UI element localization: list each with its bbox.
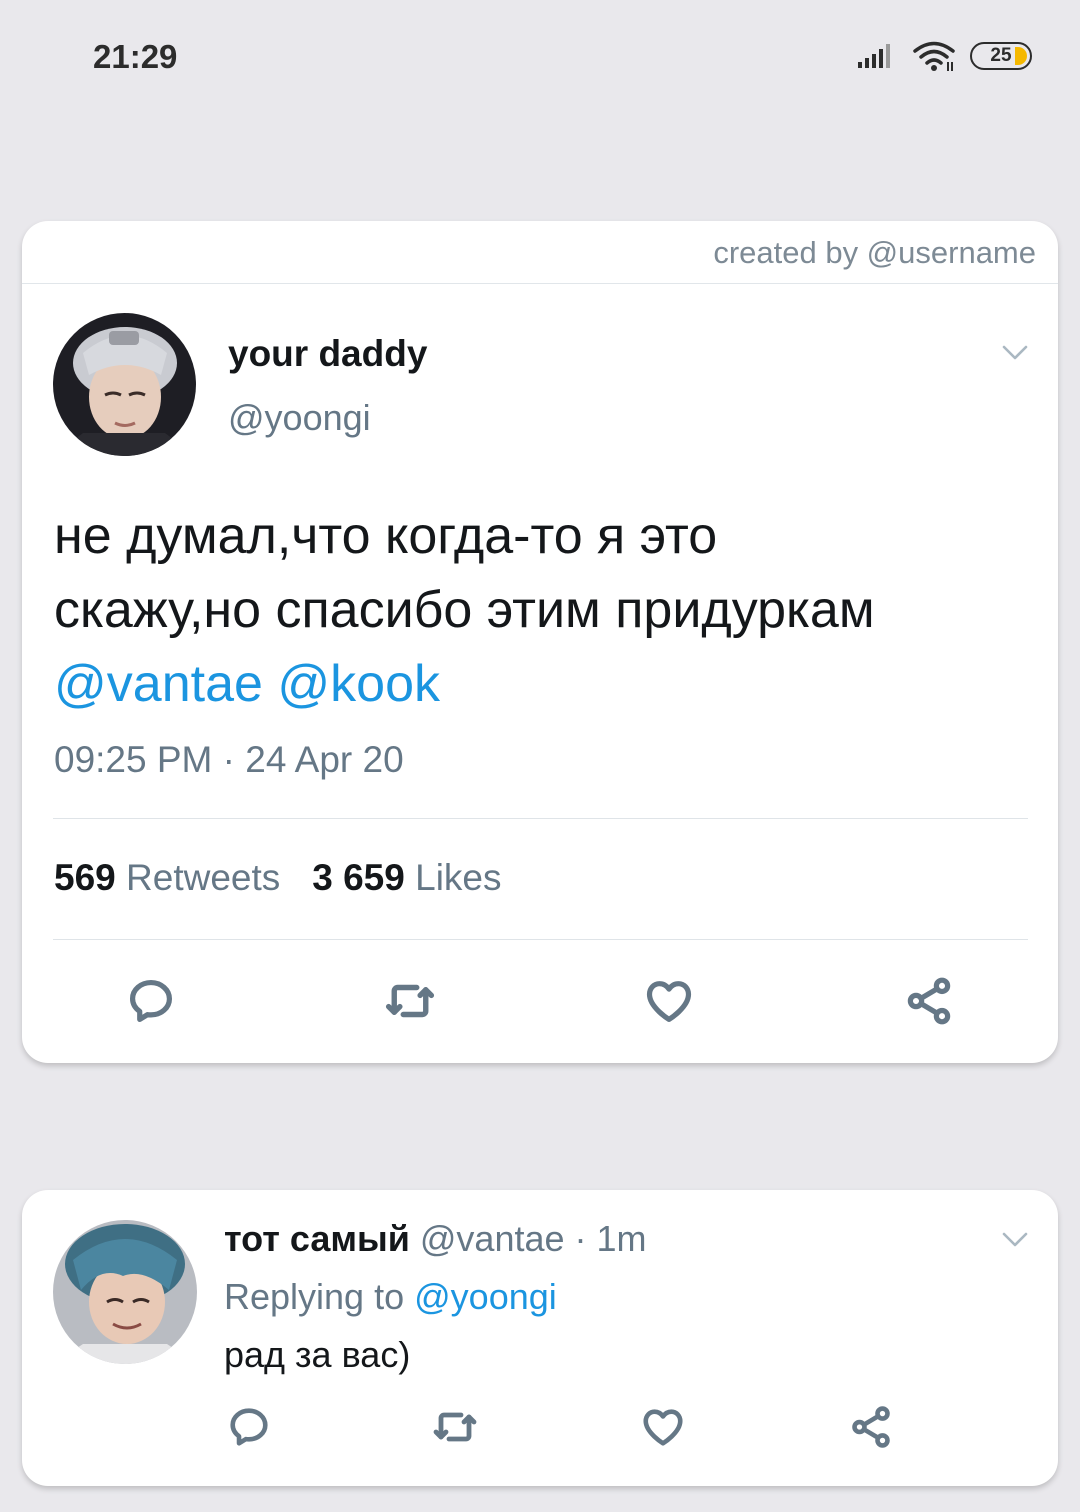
status-time: 21:29: [93, 38, 178, 75]
like-button[interactable]: [638, 973, 700, 1029]
signal-icon: [858, 44, 890, 68]
avatar[interactable]: [53, 313, 196, 456]
tweet-text: не думал,что когда-то я это скажу,но спа…: [54, 499, 1044, 721]
share-button[interactable]: [898, 973, 960, 1029]
comment-icon: [129, 979, 173, 1023]
chevron-down-icon[interactable]: [1000, 1224, 1030, 1254]
like-button[interactable]: [636, 1402, 690, 1452]
reply-handle[interactable]: @vantae: [420, 1218, 565, 1259]
share-button[interactable]: [844, 1402, 898, 1452]
battery-indicator: 25: [970, 42, 1032, 70]
replying-to: Replying to @yoongi: [224, 1276, 557, 1318]
tweet-text-line2: скажу,но спасибо этим придуркам: [54, 581, 875, 639]
replying-label: Replying to: [224, 1276, 405, 1317]
replying-mention[interactable]: @yoongi: [414, 1276, 557, 1317]
retweets-stat[interactable]: 569 Retweets: [54, 857, 280, 899]
tweet-stats: 569 Retweets 3 659 Likes: [54, 857, 502, 899]
credit-text: created by @username: [713, 235, 1036, 270]
likes-count: 3 659: [312, 857, 405, 898]
display-name[interactable]: your daddy: [228, 333, 427, 375]
likes-label: Likes: [415, 857, 502, 898]
retweets-count: 569: [54, 857, 116, 898]
reply-card: тот самый @vantae · 1m Replying to @yoon…: [22, 1190, 1058, 1486]
retweet-icon: [433, 1412, 477, 1442]
reply-text: рад за вас): [224, 1334, 411, 1375]
comment-icon: [230, 1408, 268, 1446]
retweet-button[interactable]: [428, 1402, 482, 1452]
reply-display-name[interactable]: тот самый: [224, 1218, 410, 1259]
reply-button[interactable]: [120, 973, 182, 1029]
heart-icon: [646, 981, 692, 1023]
divider: [53, 818, 1028, 819]
likes-stat[interactable]: 3 659 Likes: [312, 857, 501, 899]
mention-link[interactable]: @kook: [277, 655, 440, 713]
retweet-icon: [385, 984, 435, 1018]
credit-divider: [22, 283, 1058, 284]
user-handle[interactable]: @yoongi: [228, 397, 371, 439]
status-icons: 25: [856, 40, 1032, 72]
retweet-button[interactable]: [379, 973, 441, 1029]
reply-button[interactable]: [222, 1402, 276, 1452]
reply-header: тот самый @vantae · 1m: [224, 1218, 647, 1260]
battery-level: 25: [990, 45, 1012, 66]
divider: [53, 939, 1028, 940]
share-icon: [907, 977, 951, 1025]
share-icon: [852, 1406, 890, 1448]
tweet-text-line1: не думал,что когда-то я это: [54, 507, 718, 565]
reply-time: · 1m: [574, 1218, 647, 1259]
avatar[interactable]: [53, 1220, 197, 1364]
retweets-label: Retweets: [126, 857, 281, 898]
heart-icon: [643, 1409, 683, 1446]
wifi-icon: [913, 41, 955, 71]
chevron-down-icon[interactable]: [1000, 337, 1030, 367]
mention-link[interactable]: @vantae: [54, 655, 263, 713]
tweet-card: created by @username your daddy @yoongi …: [22, 221, 1058, 1063]
tweet-timestamp[interactable]: 09:25 PM · 24 Apr 20: [54, 739, 404, 781]
